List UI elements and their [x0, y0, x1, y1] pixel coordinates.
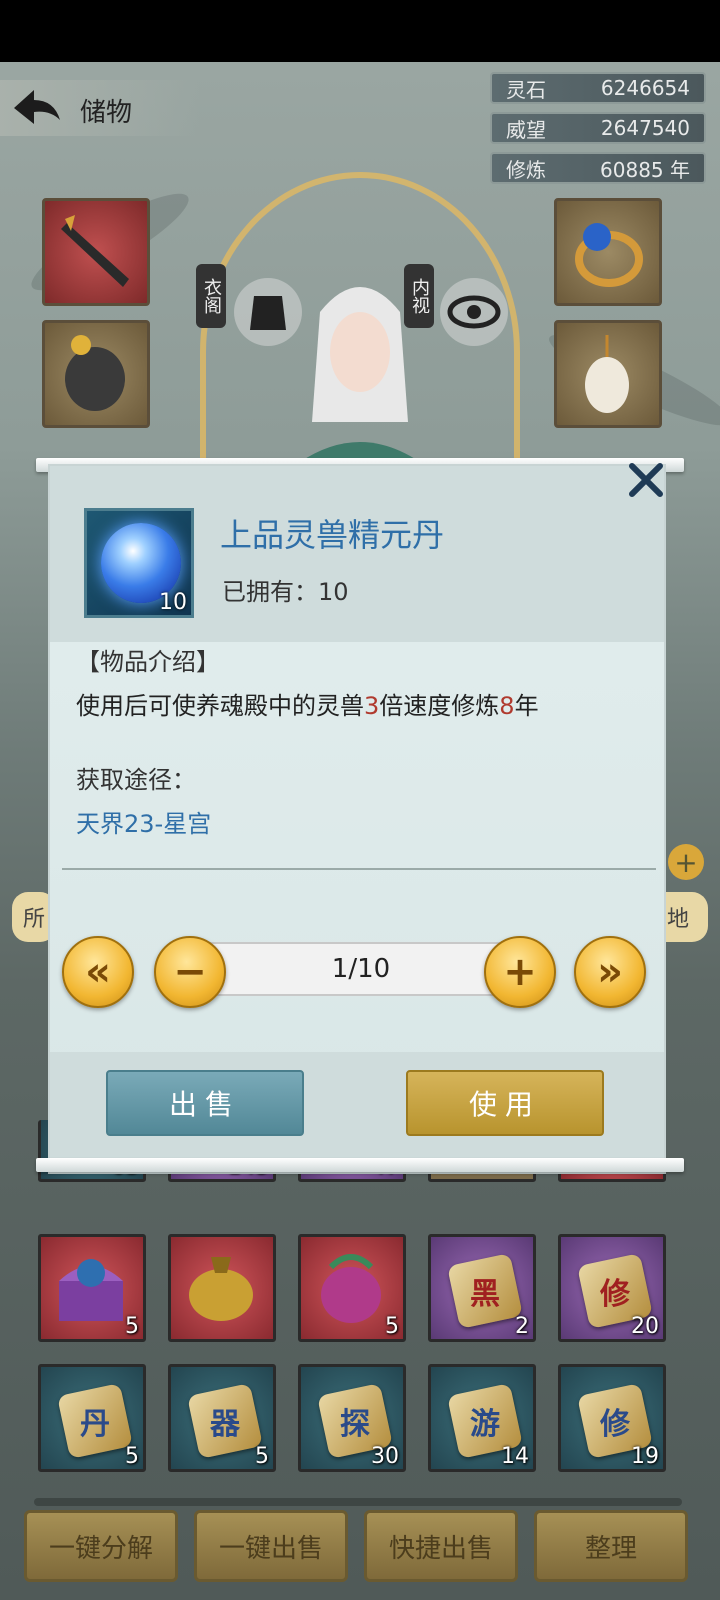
- token-scroll-icon: 丹: [57, 1383, 133, 1459]
- stat-label: 灵石: [506, 77, 546, 102]
- armor-icon: [65, 335, 125, 411]
- use-button[interactable]: 使用: [406, 1070, 604, 1136]
- quantity-plus-button[interactable]: +: [484, 936, 556, 1008]
- gold-pouch-icon: [189, 1257, 253, 1321]
- item-count: 14: [501, 1444, 529, 1469]
- sort-button[interactable]: 整理: [534, 1510, 688, 1582]
- equip-slot-armor[interactable]: [42, 320, 150, 428]
- item-count: 19: [631, 1444, 659, 1469]
- item-icon-frame: 10: [84, 508, 194, 618]
- cultivation-stat: 修炼 60885 年: [490, 152, 706, 184]
- quantity-min-button[interactable]: «: [62, 936, 134, 1008]
- inventory-item-token[interactable]: 器 5: [168, 1364, 276, 1472]
- equip-slot-weapon[interactable]: [42, 198, 150, 306]
- spirit-stone-stat: 灵石 6246654: [490, 72, 706, 104]
- source-header: 获取途径：: [76, 766, 196, 794]
- scroll-rod-bottom: [36, 1158, 684, 1172]
- item-name: 上品灵兽精元丹: [220, 516, 445, 554]
- back-arrow-icon[interactable]: [10, 86, 64, 130]
- source-link[interactable]: 天界23-星宫: [76, 804, 211, 839]
- quantity-display: 1/10: [206, 942, 516, 996]
- owned-count: 已拥有：10: [222, 572, 349, 607]
- dialog-footer: 出售 使用: [50, 1052, 664, 1174]
- prestige-stat: 威望 2647540: [490, 112, 706, 144]
- equip-slot-pendant[interactable]: [554, 320, 662, 428]
- page-title: 储物: [80, 98, 133, 128]
- description-header: 【物品介绍】: [76, 648, 220, 676]
- sell-button[interactable]: 出售: [106, 1070, 304, 1136]
- ring-icon: [575, 223, 643, 287]
- stat-value: 6246654: [600, 76, 690, 100]
- inventory-item-treasure-chest[interactable]: 5: [38, 1234, 146, 1342]
- batch-decompose-button[interactable]: 一键分解: [24, 1510, 178, 1582]
- eye-icon[interactable]: [438, 276, 510, 348]
- sword-icon: [61, 215, 129, 287]
- item-count: 5: [385, 1314, 399, 1339]
- item-count: 5: [125, 1314, 139, 1339]
- inventory-item-token[interactable]: 游 14: [428, 1364, 536, 1472]
- inventory-scrollbar[interactable]: [34, 1498, 682, 1506]
- item-count: 5: [125, 1444, 139, 1469]
- stat-label: 威望: [506, 117, 546, 142]
- item-description: 使用后可使养魂殿中的灵兽3倍速度修炼8年: [76, 692, 539, 720]
- item-count: 20: [631, 1314, 659, 1339]
- quantity-max-button[interactable]: »: [574, 936, 646, 1008]
- inventory-item-token[interactable]: 修 20: [558, 1234, 666, 1342]
- item-icon-count: 10: [159, 590, 187, 615]
- inventory-item-token[interactable]: 探 30: [298, 1364, 406, 1472]
- item-count: 2: [515, 1314, 529, 1339]
- inventory-item-token[interactable]: 丹 5: [38, 1364, 146, 1472]
- item-count: 5: [255, 1444, 269, 1469]
- inventory-item-token[interactable]: 黑 2: [428, 1234, 536, 1342]
- inventory-item-pouch[interactable]: [168, 1234, 276, 1342]
- item-count: 30: [371, 1444, 399, 1469]
- resource-panel: 灵石 6246654 威望 2647540 修炼 60885 年: [490, 72, 706, 192]
- owned-label: 已拥有：: [222, 578, 318, 606]
- stat-value: 2647540: [600, 116, 690, 140]
- item-detail-dialog: 10 上品灵兽精元丹 已拥有：10 【物品介绍】 使用后可使养魂殿中的灵兽3倍速…: [48, 463, 666, 1174]
- batch-sell-button[interactable]: 一键出售: [194, 1510, 348, 1582]
- quantity-minus-button[interactable]: −: [154, 936, 226, 1008]
- token-scroll-icon: 黑: [447, 1253, 523, 1329]
- equip-slot-ring[interactable]: [554, 198, 662, 306]
- expand-plus-button[interactable]: +: [668, 844, 704, 880]
- inventory-item-gift-bag[interactable]: 5: [298, 1234, 406, 1342]
- quick-sell-button[interactable]: 快捷出售: [364, 1510, 518, 1582]
- wardrobe-tab[interactable]: 衣阁: [196, 264, 226, 328]
- token-scroll-icon: 器: [187, 1383, 263, 1459]
- inventory-item-token[interactable]: 修 19: [558, 1364, 666, 1472]
- jade-pendant-icon: [585, 335, 629, 413]
- stat-value: 60885 年: [600, 157, 690, 182]
- header-bar: 储物: [0, 80, 200, 136]
- divider: [62, 868, 656, 870]
- close-icon[interactable]: [626, 460, 666, 500]
- owned-value: 10: [318, 578, 349, 606]
- stat-label: 修炼: [506, 157, 546, 182]
